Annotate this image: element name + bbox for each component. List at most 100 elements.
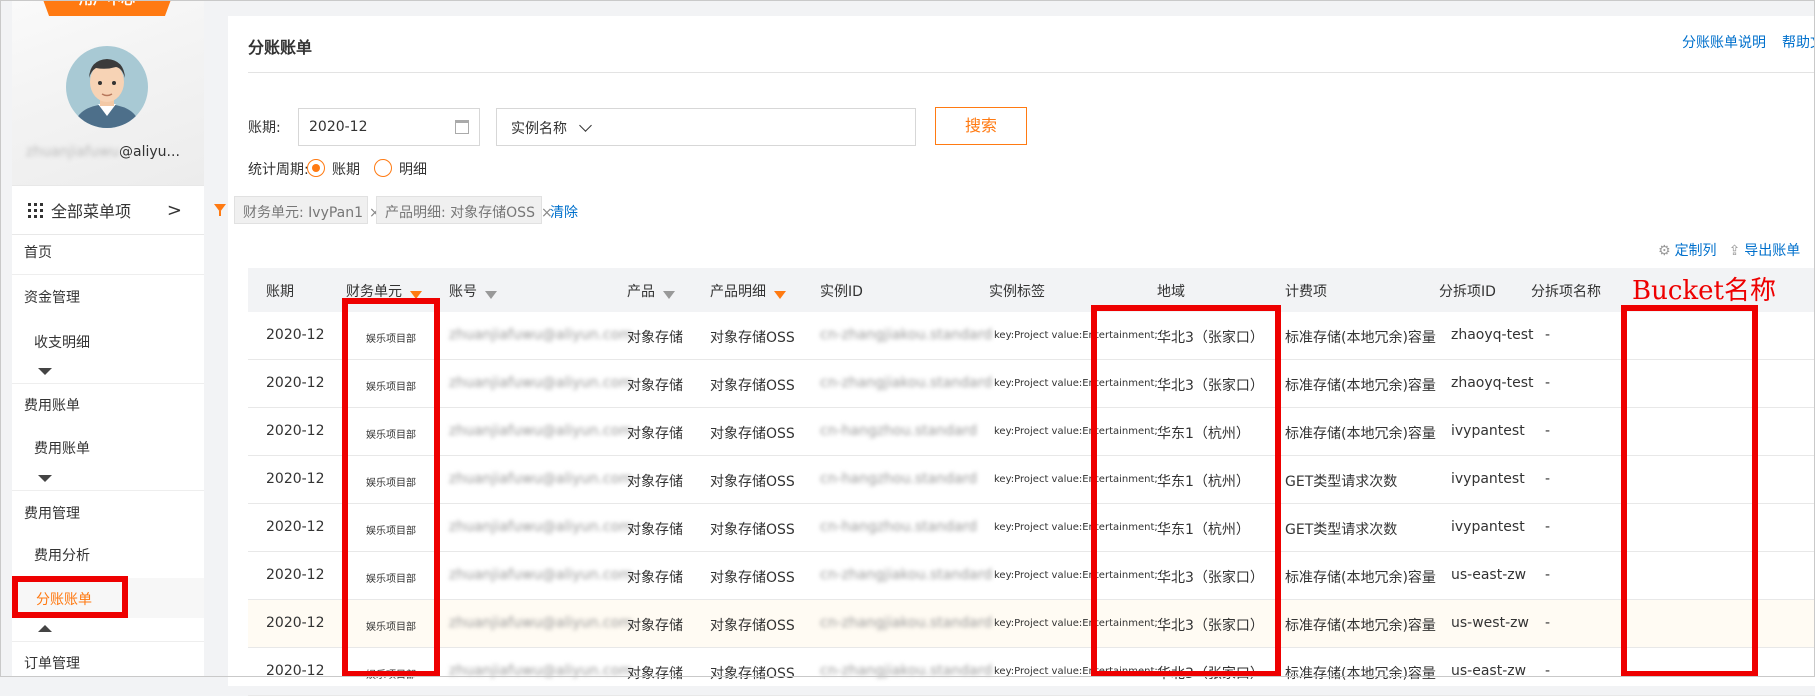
cell-instance-tag: key:Project value:Entertainment; <box>994 474 1158 485</box>
divider <box>12 490 204 491</box>
cell-instance-tag: key:Project value:Entertainment; <box>994 330 1158 341</box>
cell-unit: 娱乐项目部 <box>366 382 416 393</box>
radio-period[interactable] <box>307 159 325 177</box>
table-row[interactable]: 2020-12 娱乐项目部 zhuanjiafuwu@aliyun.com 对象存储对… <box>248 312 1815 360</box>
cell-split-name: - <box>1545 615 1551 631</box>
divider <box>12 383 204 384</box>
collapse-arrow-icon[interactable] <box>38 475 52 482</box>
cell-product-detail: 对象存储OSS <box>710 618 795 634</box>
column-header-region: 地域 <box>1157 284 1185 300</box>
period-date-picker[interactable]: 2020-12 <box>298 108 480 146</box>
table-row[interactable]: 2020-12 娱乐项目部 zhuanjiafuwu@aliyun.com 对象存储对… <box>248 552 1815 600</box>
cell-unit: 娱乐项目部 <box>366 670 416 681</box>
filter-icon[interactable] <box>485 291 497 299</box>
all-menu-label: 全部菜单项 <box>51 202 132 221</box>
instance-name-select[interactable]: 实例名称 <box>496 108 916 146</box>
sidebar-item-orders[interactable]: 订单管理 <box>12 653 204 673</box>
chevron-down-icon <box>579 119 593 132</box>
custom-columns-link[interactable]: 定制列 <box>1675 243 1717 259</box>
cell-product-detail: 对象存储OSS <box>710 570 795 586</box>
cell-account: zhuanjiafuwu@aliyun.com <box>449 615 633 631</box>
sidebar-item-bills[interactable]: 费用账单 <box>12 438 204 458</box>
cell-billing-item: GET类型请求次数 <box>1285 522 1398 538</box>
avatar[interactable] <box>66 46 148 128</box>
filter-icon[interactable] <box>774 291 786 299</box>
column-header-unit-label: 财务单元 <box>346 284 402 300</box>
cell-billing-item: 标准存储(本地冗余)容量 <box>1285 330 1436 346</box>
filter-icon[interactable] <box>410 291 422 299</box>
cell-region: 华北3（张家口） <box>1157 330 1264 346</box>
column-header-unit[interactable]: 财务单元 <box>346 281 422 301</box>
divider <box>248 72 1815 73</box>
export-bill-link[interactable]: 导出账单 <box>1744 243 1800 259</box>
sidebar-item-billing[interactable]: 费用账单 <box>12 395 204 415</box>
table-row[interactable]: 2020-12 娱乐项目部 zhuanjiafuwu@aliyun.com 对象存储对… <box>248 648 1815 696</box>
header-links: 分账账单说明帮助文档 <box>1682 32 1815 52</box>
cell-period: 2020-12 <box>266 423 325 439</box>
clear-filters-link[interactable]: 清除 <box>550 202 578 222</box>
cell-billing-item: 标准存储(本地冗余)容量 <box>1285 666 1436 682</box>
cell-unit: 娱乐项目部 <box>366 622 416 633</box>
column-header-product-detail[interactable]: 产品明细 <box>710 281 786 301</box>
divider <box>12 641 204 642</box>
filter-chip-unit[interactable]: 财务单元: IvyPan1 × <box>234 196 381 224</box>
cell-billing-item: 标准存储(本地冗余)容量 <box>1285 378 1436 394</box>
cell-instance-tag: key:Project value:Entertainment; <box>994 522 1158 533</box>
sidebar-item-home[interactable]: 首页 <box>12 242 204 262</box>
sidebar-item-cost-management[interactable]: 费用管理 <box>12 503 204 523</box>
cell-product: 对象存储 <box>627 522 683 538</box>
cell-account: zhuanjiafuwu@aliyun.com <box>449 327 633 343</box>
search-button[interactable]: 搜索 <box>935 107 1027 145</box>
cell-unit: 娱乐项目部 <box>366 526 416 537</box>
radio-detail[interactable] <box>374 159 392 177</box>
cell-split-id: ivypantest <box>1451 519 1525 535</box>
cell-region: 华北3（张家口） <box>1157 378 1264 394</box>
sidebar-item-transactions[interactable]: 收支明细 <box>12 332 204 352</box>
table-row[interactable]: 2020-12 娱乐项目部 zhuanjiafuwu@aliyun.com 对象存储对… <box>248 408 1815 456</box>
filter-chip-product[interactable]: 产品明细: 对象存储OSS × <box>376 196 553 224</box>
column-header-billing-item: 计费项 <box>1285 284 1327 300</box>
cell-split-id: us-east-zw <box>1451 567 1527 583</box>
cell-period: 2020-12 <box>266 471 325 487</box>
cell-region: 华东1（杭州） <box>1157 522 1250 538</box>
page-title: 分账账单 <box>248 38 313 57</box>
expand-arrow-icon[interactable] <box>38 625 52 632</box>
column-header-instance-tag: 实例标签 <box>989 284 1045 300</box>
table-row[interactable]: 2020-12 娱乐项目部 zhuanjiafuwu@aliyun.com 对象存储对… <box>248 360 1815 408</box>
sidebar-item-cost-analysis[interactable]: 费用分析 <box>12 545 204 565</box>
column-header-product[interactable]: 产品 <box>627 281 675 301</box>
cell-region: 华北3（张家口） <box>1157 570 1264 586</box>
chevron-right-icon: > <box>166 200 182 221</box>
user-center-tab[interactable]: 用户中心 <box>38 0 176 16</box>
column-header-instance-id: 实例ID <box>820 284 863 300</box>
cell-instance-id: cn-zhangjiakou.standard <box>820 375 993 391</box>
cell-product: 对象存储 <box>627 330 683 346</box>
username-suffix: @aliyu... <box>119 144 180 160</box>
table-row[interactable]: 2020-12 娱乐项目部 zhuanjiafuwu@aliyun.com 对象存储对… <box>248 456 1815 504</box>
table-row[interactable]: 2020-12 娱乐项目部 zhuanjiafuwu@aliyun.com 对象存储对… <box>248 600 1815 648</box>
split-bill-help-link[interactable]: 分账账单说明 <box>1682 35 1766 51</box>
table-row[interactable]: 2020-12 娱乐项目部 zhuanjiafuwu@aliyun.com 对象存储对… <box>248 504 1815 552</box>
cell-product: 对象存储 <box>627 474 683 490</box>
sidebar-item-split-bill[interactable]: 分账账单 <box>12 589 204 609</box>
column-header-account[interactable]: 账号 <box>449 281 497 301</box>
cycle-label: 统计周期: <box>248 162 309 178</box>
cell-product-detail: 对象存储OSS <box>710 474 795 490</box>
collapse-arrow-icon[interactable] <box>38 368 52 375</box>
all-menu-button[interactable]: 全部菜单项 > <box>12 185 204 235</box>
cell-split-id: zhaoyq-test <box>1451 327 1534 343</box>
cell-period: 2020-12 <box>266 615 325 631</box>
filter-icon[interactable] <box>663 291 675 299</box>
export-icon: ⇪ <box>1728 243 1741 259</box>
sidebar-item-funds[interactable]: 资金管理 <box>12 287 204 307</box>
column-header-account-label: 账号 <box>449 284 477 300</box>
period-label: 账期: <box>248 120 281 136</box>
divider <box>12 274 204 275</box>
cell-split-name: - <box>1545 471 1551 487</box>
cell-account: zhuanjiafuwu@aliyun.com <box>449 375 633 391</box>
cell-instance-id: cn-hangzhou.standard <box>820 471 978 487</box>
cell-period: 2020-12 <box>266 519 325 535</box>
table-header: 账期 财务单元 账号 产品 产品明细 实例ID 实例标签 地域 计费项 分拆项I… <box>248 268 1815 312</box>
help-doc-link[interactable]: 帮助文档 <box>1782 35 1815 51</box>
cell-period: 2020-12 <box>266 327 325 343</box>
